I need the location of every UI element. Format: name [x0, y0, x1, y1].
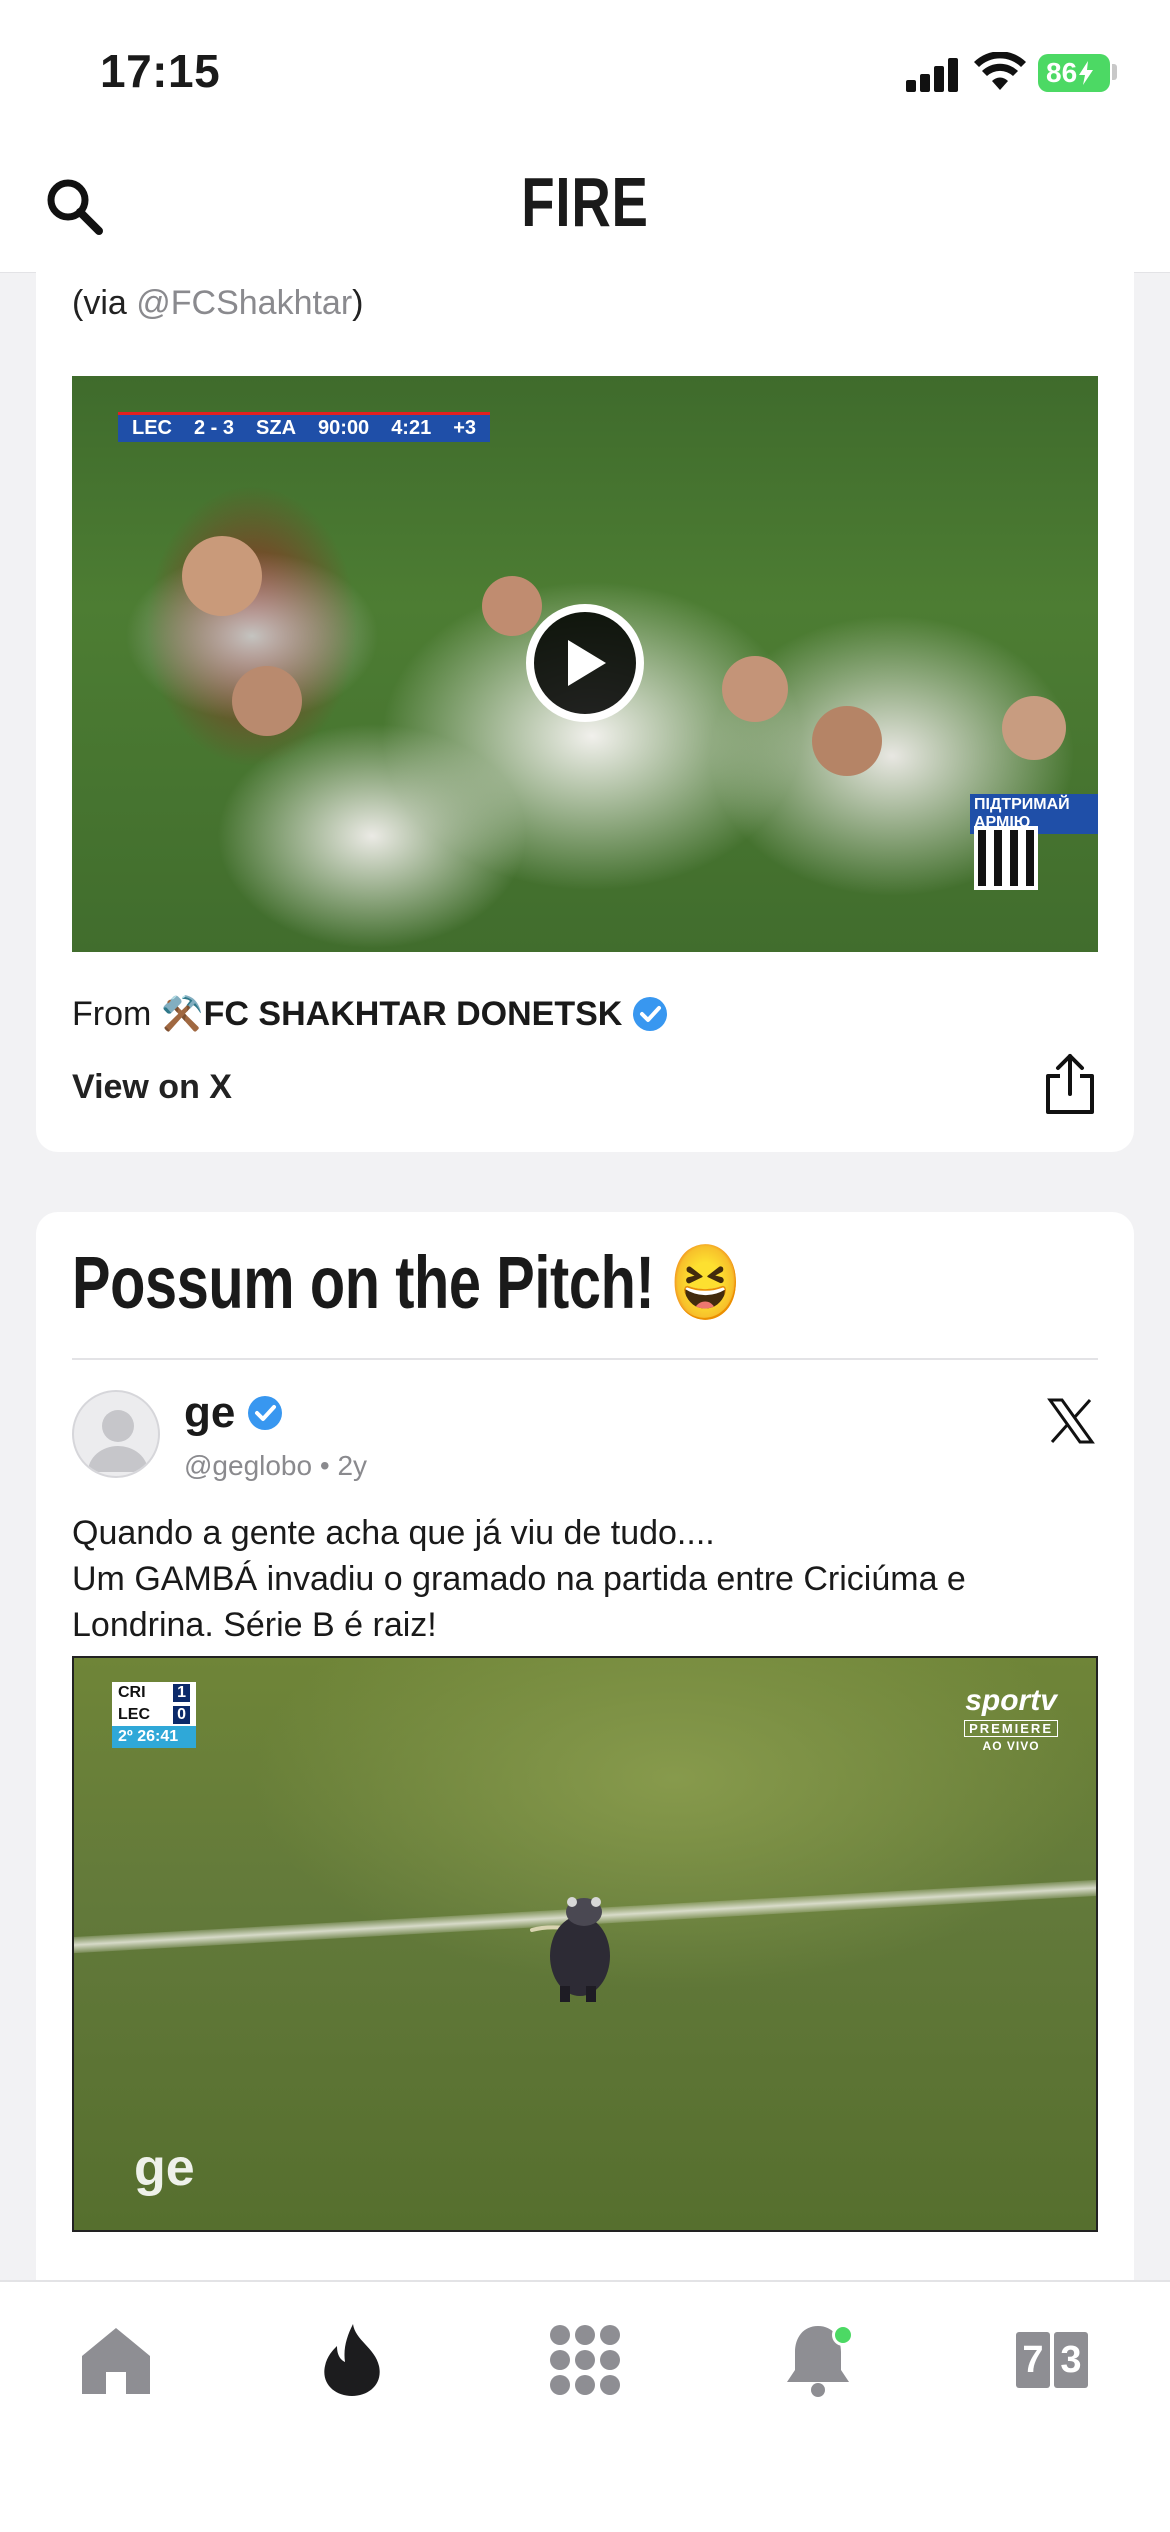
tab-fire[interactable] — [312, 2320, 392, 2400]
tab-home[interactable] — [76, 2320, 156, 2400]
scores-digit: 3 — [1054, 2332, 1088, 2388]
channel-logo: sportv PREMIERE AO VIVO — [964, 1684, 1058, 1753]
avatar[interactable] — [72, 1390, 160, 1478]
share-icon[interactable] — [1042, 1052, 1098, 1116]
author-meta: @geglobo • 2y — [184, 1450, 367, 1482]
verified-badge-icon — [248, 1396, 283, 1430]
home-icon — [82, 2328, 150, 2394]
meta-separator: • — [319, 1450, 330, 1481]
tweet-text: Quando a gente acha que já viu de tudo..… — [72, 1510, 1098, 1648]
scorebug-team-1: CRI — [118, 1684, 146, 1701]
player-figure — [232, 666, 302, 736]
player-figure — [482, 576, 542, 636]
search-icon[interactable] — [44, 176, 104, 236]
tweet-line: Londrina. Série B é raiz! — [72, 1606, 437, 1644]
via-handle-link[interactable]: @FCShakhtar — [136, 284, 352, 322]
scores-digit: 7 — [1016, 2332, 1050, 2388]
scorebug-score: 2 - 3 — [194, 417, 235, 439]
battery-nub — [1112, 64, 1117, 80]
notification-dot — [832, 2324, 854, 2346]
scorebug-plus: +3 — [453, 417, 477, 439]
watermark-logo: ge — [134, 2139, 195, 2197]
fire-icon — [324, 2324, 380, 2396]
feed-card-shakhtar: (via @FCShakhtar) LEC 2 - 3 SZA 90:00 4:… — [36, 272, 1134, 1152]
feed[interactable]: (via @FCShakhtar) LEC 2 - 3 SZA 90:00 4:… — [0, 272, 1170, 2280]
cellular-signal-icon — [906, 58, 960, 92]
feed-card-possum: Possum on the Pitch! 😆 ge @geglobo • 2y — [36, 1212, 1134, 2280]
battery-level: 86 — [1046, 57, 1078, 88]
scorebug-home: LEC — [132, 417, 172, 439]
from-label: From — [72, 994, 152, 1033]
video-thumbnail-shakhtar[interactable]: LEC 2 - 3 SZA 90:00 4:21 +3 ПІДТРИМАЙ АР… — [72, 376, 1098, 952]
player-figure — [1002, 696, 1066, 760]
player-figure — [812, 706, 882, 776]
status-time: 17:15 — [100, 45, 221, 97]
channel-name: sportv — [965, 1684, 1057, 1717]
player-figure — [722, 656, 788, 722]
match-scorebug-2: CRI 1 LEC 0 2º 26:41 — [112, 1682, 196, 1748]
via-prefix: (via — [72, 284, 137, 322]
app-header: FIRE — [0, 140, 1170, 272]
tweet-line: Um GAMBÁ invadiu o gramado na partida en… — [72, 1560, 966, 1598]
source-org-name[interactable]: ⚒️FC SHAKHTAR DONETSK — [161, 994, 622, 1034]
scorebug-score-1: 1 — [173, 1684, 190, 1702]
scorebug-clock: 90:00 — [318, 417, 370, 439]
card-title[interactable]: Possum on the Pitch! 😆 — [72, 1240, 742, 1327]
scorebug-clock-2: 2º 26:41 — [118, 1728, 179, 1745]
author-name-row: ge — [184, 1388, 283, 1438]
scorebug-added-time: 4:21 — [391, 417, 432, 439]
possum-figure — [530, 1897, 610, 2002]
channel-sub: PREMIERE — [964, 1720, 1058, 1737]
wifi-icon — [974, 52, 1026, 90]
play-button[interactable] — [526, 604, 644, 722]
view-on-x-link[interactable]: View on X — [72, 1068, 232, 1107]
play-icon — [568, 640, 606, 686]
post-age: 2y — [337, 1450, 368, 1481]
status-bar: 17:15 86 — [0, 0, 1170, 140]
apps-icon — [550, 2325, 620, 2395]
via-credit: (via @FCShakhtar) — [72, 284, 363, 323]
player-figure — [182, 536, 262, 616]
scorebug-away: SZA — [256, 417, 297, 439]
tab-scores[interactable]: 7 3 — [1012, 2320, 1092, 2400]
scores-icon: 7 3 — [1016, 2332, 1088, 2388]
tab-apps[interactable] — [545, 2320, 625, 2400]
x-logo-icon[interactable] — [1046, 1396, 1096, 1446]
tweet-line: Quando a gente acha que já viu de tudo..… — [72, 1514, 715, 1552]
page-title: FIRE — [521, 163, 649, 241]
bottom-tab-bar: 7 3 — [0, 2280, 1170, 2532]
author-handle[interactable]: @geglobo — [184, 1450, 312, 1481]
battery-indicator: 86 — [1038, 54, 1110, 92]
scorebug-score-2: 0 — [173, 1706, 190, 1724]
channel-live: AO VIVO — [982, 1739, 1040, 1753]
divider — [72, 1358, 1098, 1360]
verified-badge-icon — [633, 997, 668, 1031]
video-thumbnail-possum[interactable]: CRI 1 LEC 0 2º 26:41 sportv PREMIERE AO VI… — [72, 1656, 1098, 2232]
qr-code — [974, 826, 1038, 890]
scorebug-team-2: LEC — [118, 1706, 150, 1723]
via-suffix: ) — [352, 284, 364, 322]
match-scorebug: LEC 2 - 3 SZA 90:00 4:21 +3 — [118, 412, 491, 442]
charging-bolt-icon — [1079, 61, 1094, 85]
tab-notifications[interactable] — [778, 2320, 858, 2400]
author-name[interactable]: ge — [184, 1388, 235, 1438]
source-line: From ⚒️FC SHAKHTAR DONETSK — [72, 994, 668, 1034]
default-avatar-icon — [88, 1410, 148, 1472]
